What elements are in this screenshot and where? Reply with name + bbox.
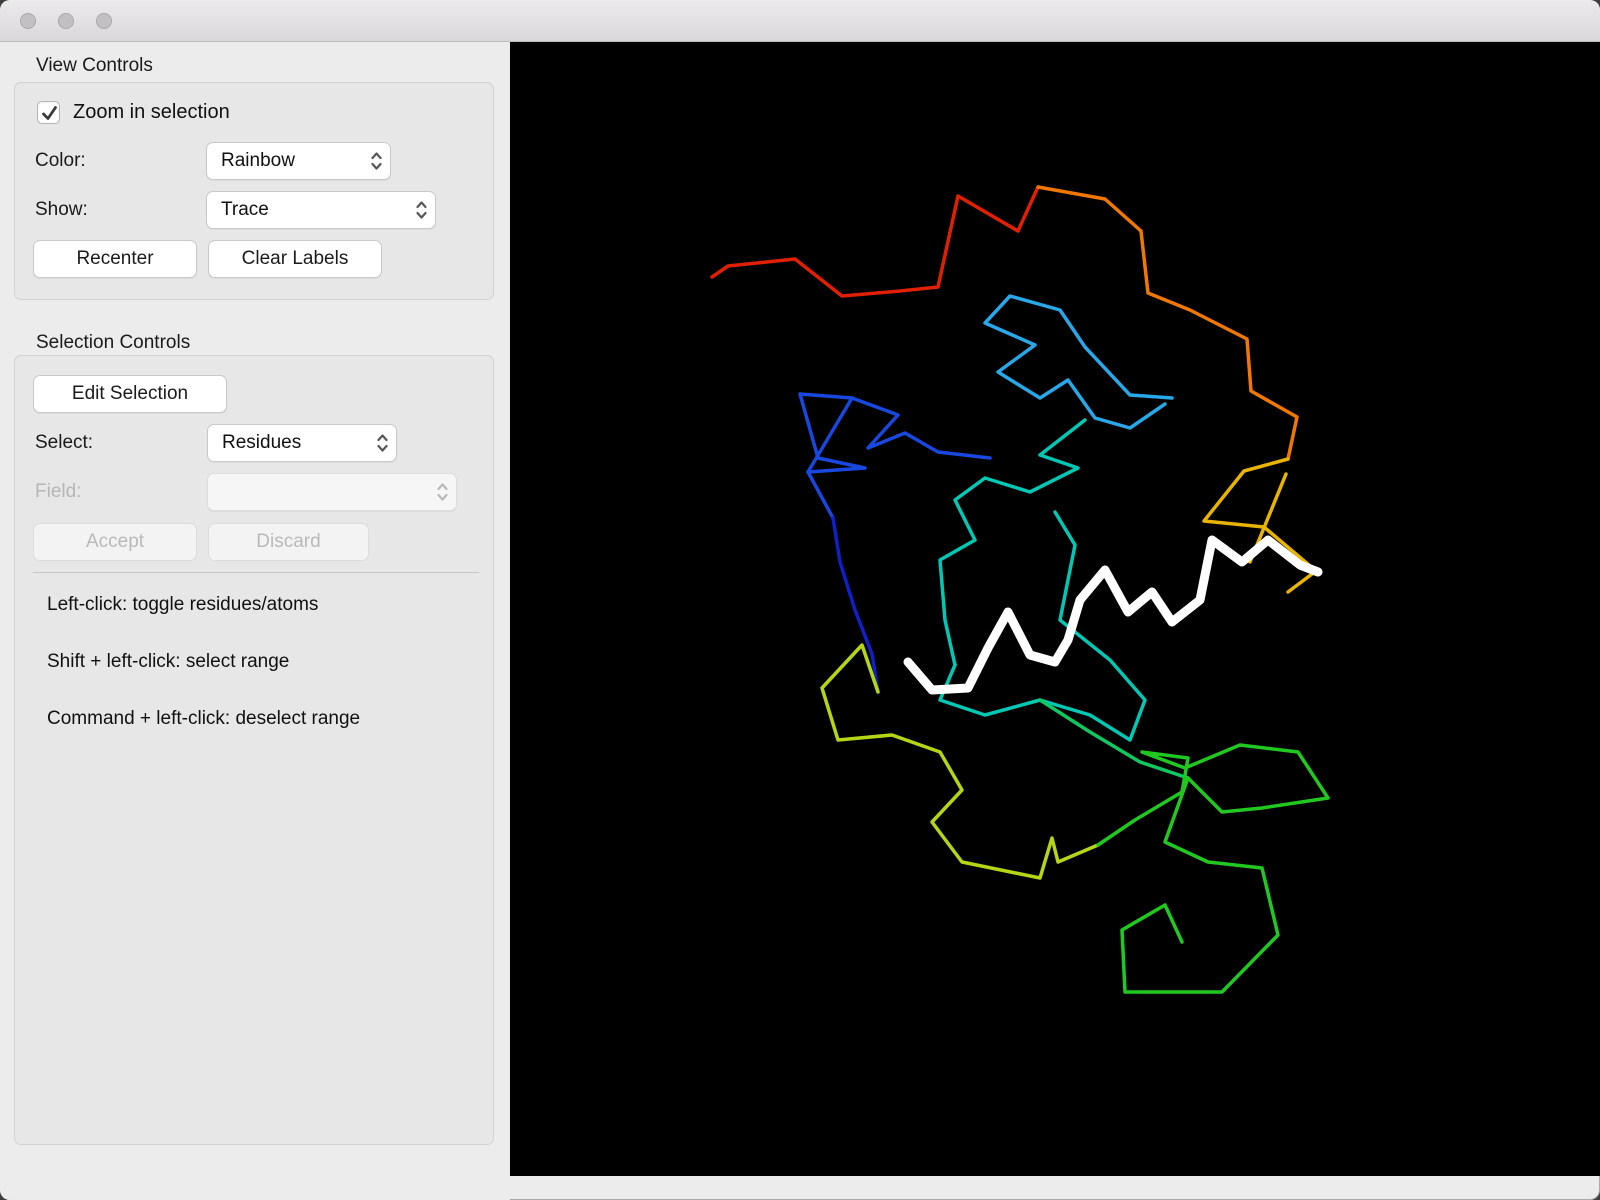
show-dropdown-value: Trace	[221, 199, 269, 220]
titlebar[interactable]	[0, 0, 1600, 42]
molecule-segment-yellowgreen	[820, 643, 1100, 880]
chevron-up-down-icon	[435, 480, 450, 504]
discard-button: Discard	[208, 523, 369, 561]
select-dropdown[interactable]: Residues	[207, 424, 397, 462]
zoom-in-selection-checkbox[interactable]	[37, 101, 60, 124]
molecule-segment-blue	[798, 392, 992, 520]
zoom-in-selection-row[interactable]: Zoom in selection	[37, 101, 230, 124]
edit-selection-button[interactable]: Edit Selection	[33, 375, 227, 413]
sidebar: View Controls Zoom in selection Color: R…	[0, 42, 510, 1200]
zoom-button[interactable]	[96, 13, 112, 29]
chevron-up-down-icon	[369, 149, 384, 173]
help-line-left-click: Left-click: toggle residues/atoms	[47, 594, 319, 615]
color-dropdown[interactable]: Rainbow	[206, 142, 391, 180]
window-controls	[20, 13, 112, 29]
chevron-up-down-icon	[414, 198, 429, 222]
color-dropdown-value: Rainbow	[221, 150, 295, 171]
color-label: Color:	[35, 150, 86, 171]
select-label: Select:	[35, 432, 94, 453]
show-label: Show:	[35, 199, 88, 220]
molecule-segment-lightblue	[983, 294, 1174, 430]
field-label: Field:	[35, 481, 82, 502]
app-window: View Controls Zoom in selection Color: R…	[0, 0, 1600, 1200]
molecule-segment-springgreen	[1038, 698, 1190, 780]
selection-controls-group: Edit Selection Select: Residues Field: A…	[14, 355, 494, 1145]
recenter-button[interactable]: Recenter	[33, 240, 197, 278]
selection-controls-heading: Selection Controls	[36, 332, 191, 353]
help-line-command-click: Command + left-click: deselect range	[47, 708, 361, 729]
close-button[interactable]	[20, 13, 36, 29]
select-dropdown-value: Residues	[222, 432, 302, 453]
molecule-trace	[510, 42, 1600, 1176]
molecule-segment-orange	[1036, 185, 1299, 461]
help-line-shift-click: Shift + left-click: select range	[47, 651, 290, 672]
checkmark-icon	[42, 106, 57, 120]
show-dropdown[interactable]: Trace	[206, 191, 436, 229]
molecule-segment-teal-lower	[938, 510, 1147, 742]
molecule-viewport[interactable]	[510, 42, 1600, 1176]
zoom-in-selection-label: Zoom in selection	[73, 101, 230, 123]
molecule-segment-red	[710, 185, 1040, 298]
help-divider	[33, 572, 479, 573]
clear-labels-button[interactable]: Clear Labels	[208, 240, 382, 278]
view-controls-group: Zoom in selection Color: Rainbow Show: T…	[14, 82, 494, 300]
view-controls-heading: View Controls	[36, 55, 153, 76]
molecule-segment-gold	[1202, 457, 1318, 594]
chevron-up-down-icon	[375, 431, 390, 455]
molecule-segment-selection-white	[903, 535, 1323, 695]
molecule-segment-darkblue	[831, 516, 880, 694]
accept-button: Accept	[33, 523, 197, 561]
minimize-button[interactable]	[58, 13, 74, 29]
molecule-segment-green	[1096, 743, 1330, 994]
field-dropdown	[207, 473, 457, 511]
